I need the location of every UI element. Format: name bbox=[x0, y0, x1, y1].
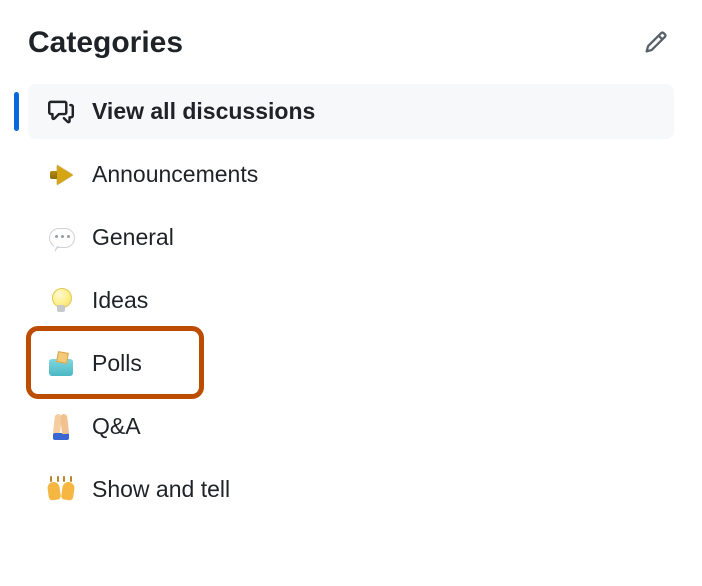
category-item-announcements[interactable]: Announcements bbox=[28, 147, 674, 202]
categories-list: View all discussions Announcements Gener… bbox=[28, 84, 674, 517]
category-item-polls[interactable]: Polls bbox=[28, 336, 674, 391]
lightbulb-icon bbox=[46, 286, 76, 316]
category-label: View all discussions bbox=[92, 98, 315, 125]
category-item-view-all[interactable]: View all discussions bbox=[28, 84, 674, 139]
category-label: Polls bbox=[92, 350, 142, 377]
category-label: Ideas bbox=[92, 287, 148, 314]
categories-title: Categories bbox=[28, 26, 183, 59]
megaphone-icon bbox=[46, 160, 76, 190]
discussion-icon bbox=[46, 97, 76, 127]
category-label: Announcements bbox=[92, 161, 258, 188]
pencil-icon bbox=[644, 30, 668, 54]
categories-header: Categories bbox=[28, 24, 674, 60]
edit-categories-button[interactable] bbox=[638, 24, 674, 60]
raised-hands-icon bbox=[46, 475, 76, 505]
category-label: General bbox=[92, 224, 174, 251]
ballot-box-icon bbox=[46, 349, 76, 379]
pray-hands-icon bbox=[46, 412, 76, 442]
categories-panel: Categories View all discussions Announce… bbox=[0, 0, 702, 549]
category-label: Q&A bbox=[92, 413, 141, 440]
category-item-qa[interactable]: Q&A bbox=[28, 399, 674, 454]
category-item-general[interactable]: General bbox=[28, 210, 674, 265]
speech-bubble-icon bbox=[46, 223, 76, 253]
category-item-ideas[interactable]: Ideas bbox=[28, 273, 674, 328]
category-item-show-and-tell[interactable]: Show and tell bbox=[28, 462, 674, 517]
category-label: Show and tell bbox=[92, 476, 230, 503]
